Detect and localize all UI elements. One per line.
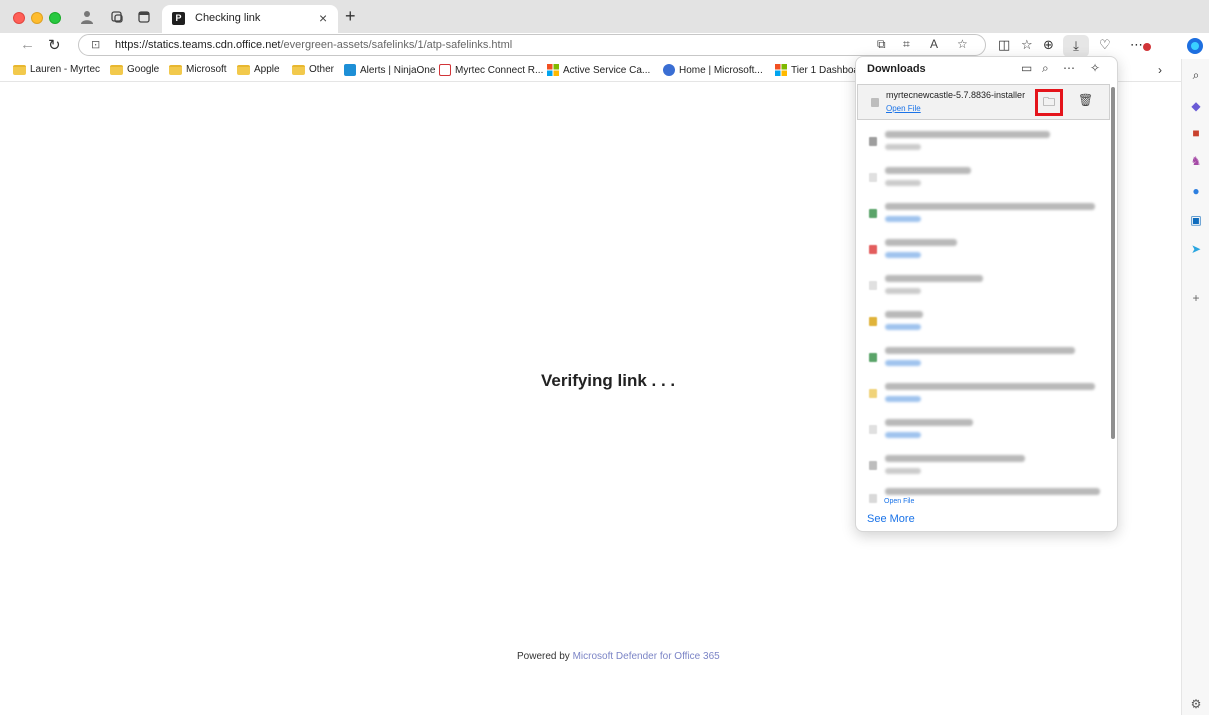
download-item-blurred[interactable] xyxy=(857,340,1110,376)
folder-icon xyxy=(110,64,123,75)
url-text[interactable]: https://statics.teams.cdn.office.net/eve… xyxy=(115,39,512,51)
powered-by-footer: Powered by Microsoft Defender for Office… xyxy=(517,651,720,662)
window-close-button[interactable] xyxy=(13,12,25,24)
bookmark-apple[interactable]: Apple xyxy=(237,64,280,75)
download-item-blurred[interactable] xyxy=(857,268,1110,304)
microsoft-icon xyxy=(775,64,787,76)
copilot-icon[interactable] xyxy=(1186,37,1204,55)
open-downloads-folder-icon[interactable]: ▭ xyxy=(1021,61,1032,75)
downloads-panel: Downloads ▭ ⌕ ⋯ ✧ myrtecnewcastle-5.7.88… xyxy=(855,56,1118,532)
downloads-icon[interactable]: ⤓ xyxy=(1063,35,1089,57)
defender-brand-link[interactable]: Microsoft Defender for Office 365 xyxy=(573,651,720,662)
search-icon[interactable]: ⌕ xyxy=(1189,68,1203,82)
shopping-tag-icon[interactable]: ◆ xyxy=(1189,99,1203,113)
collections-icon[interactable]: ⊕ xyxy=(1043,37,1054,53)
download-item-blurred[interactable] xyxy=(857,232,1110,268)
title-bar: P Checking link × + xyxy=(0,0,1209,33)
download-item-blurred[interactable] xyxy=(857,160,1110,196)
download-item-blurred[interactable] xyxy=(857,196,1110,232)
bookmark-lauren-myrtec[interactable]: Lauren - Myrtec xyxy=(13,64,100,75)
bookmark-home-microsoft[interactable]: Home | Microsoft... xyxy=(663,64,763,76)
downloads-scrollbar[interactable] xyxy=(1111,87,1115,439)
address-bar[interactable]: ⊡ https://statics.teams.cdn.office.net/e… xyxy=(78,34,986,56)
read-aloud-icon[interactable]: A xyxy=(930,37,938,51)
download-item-blurred[interactable] xyxy=(857,124,1110,160)
show-in-folder-button[interactable]: 🗀 xyxy=(1035,89,1063,116)
edge-sidebar: ⌕ ◆ ■ ♞ ● ▣ ➤ + ⚙ xyxy=(1181,59,1209,715)
folder-icon xyxy=(13,64,26,75)
app-available-icon[interactable]: ⧉ xyxy=(877,37,886,52)
powered-by-label: Powered by xyxy=(517,651,570,662)
notification-badge xyxy=(1143,43,1151,51)
open-file-link[interactable]: Open File xyxy=(884,498,914,505)
split-screen-icon[interactable]: ◫ xyxy=(998,37,1010,53)
games-icon[interactable]: ♞ xyxy=(1189,154,1203,168)
bookmark-other[interactable]: Other xyxy=(292,64,334,75)
favorite-star-icon[interactable]: ☆ xyxy=(957,37,968,51)
downloads-title: Downloads xyxy=(867,63,926,75)
tab-checking-link[interactable]: P Checking link × xyxy=(162,5,338,33)
tab-actions-icon[interactable] xyxy=(136,9,152,25)
tab-favicon-icon: P xyxy=(172,12,185,25)
bookmark-myrtec-connect[interactable]: Myrtec Connect R... xyxy=(439,64,543,76)
window-minimize-button[interactable] xyxy=(31,12,43,24)
bookmark-tier1-dashboard[interactable]: Tier 1 Dashboard xyxy=(775,64,868,76)
folder-icon xyxy=(292,64,305,75)
new-tab-button[interactable]: + xyxy=(345,6,356,27)
favorites-icon[interactable]: ☆ xyxy=(1021,37,1033,53)
bookmark-microsoft[interactable]: Microsoft xyxy=(169,64,227,75)
chevron-right-icon[interactable]: › xyxy=(1158,63,1162,77)
ninjaone-icon xyxy=(344,64,356,76)
more-options-icon[interactable]: ⋯ xyxy=(1130,37,1143,53)
download-item-blurred[interactable] xyxy=(857,304,1110,340)
window-icon xyxy=(439,64,451,76)
m365-icon xyxy=(663,64,675,76)
workspaces-icon[interactable] xyxy=(109,9,125,25)
outlook-icon[interactable]: ▣ xyxy=(1189,213,1203,227)
qr-code-icon[interactable]: ⌗ xyxy=(903,37,910,52)
delete-icon[interactable]: 🗑 xyxy=(1078,93,1093,107)
tab-close-icon[interactable]: × xyxy=(319,10,327,26)
back-arrow-icon[interactable]: ← xyxy=(20,36,35,53)
bookmark-alerts-ninjaone[interactable]: Alerts | NinjaOne xyxy=(344,64,435,76)
download-item-blurred[interactable] xyxy=(857,376,1110,412)
folder-icon: 🗀 xyxy=(1042,95,1055,109)
bookmark-google[interactable]: Google xyxy=(110,64,159,75)
folder-icon xyxy=(237,64,250,75)
send-icon[interactable]: ➤ xyxy=(1189,242,1203,256)
download-file-name: myrtecnewcastle-5.7.8836-installer xyxy=(886,90,1026,100)
window-maximize-button[interactable] xyxy=(49,12,61,24)
microsoft365-icon[interactable]: ● xyxy=(1189,184,1203,198)
file-icon xyxy=(871,98,879,107)
downloads-more-icon[interactable]: ⋯ xyxy=(1063,61,1075,75)
bookmark-active-service[interactable]: Active Service Ca... xyxy=(547,64,650,76)
verifying-text: Verifying link . . . xyxy=(541,371,676,390)
pin-icon[interactable]: ✧ xyxy=(1090,61,1100,75)
performance-icon[interactable]: ♡ xyxy=(1099,37,1111,53)
open-file-link[interactable]: Open File xyxy=(886,104,921,113)
profile-icon[interactable] xyxy=(79,9,95,25)
sidebar-settings-gear-icon[interactable]: ⚙ xyxy=(1189,697,1203,711)
refresh-icon[interactable]: ↻ xyxy=(48,36,61,54)
download-item-blurred[interactable] xyxy=(857,412,1110,448)
download-item-active[interactable]: myrtecnewcastle-5.7.8836-installer Open … xyxy=(857,84,1110,120)
tools-briefcase-icon[interactable]: ■ xyxy=(1189,126,1203,140)
search-downloads-icon[interactable]: ⌕ xyxy=(1042,61,1049,76)
microsoft-icon xyxy=(547,64,559,76)
add-sidebar-app-icon[interactable]: + xyxy=(1189,291,1203,305)
page-info-icon[interactable]: ⊡ xyxy=(91,38,100,51)
folder-icon xyxy=(169,64,182,75)
see-more-link[interactable]: See More xyxy=(867,513,915,525)
download-item-blurred[interactable] xyxy=(857,448,1110,484)
tab-title: Checking link xyxy=(195,12,261,24)
